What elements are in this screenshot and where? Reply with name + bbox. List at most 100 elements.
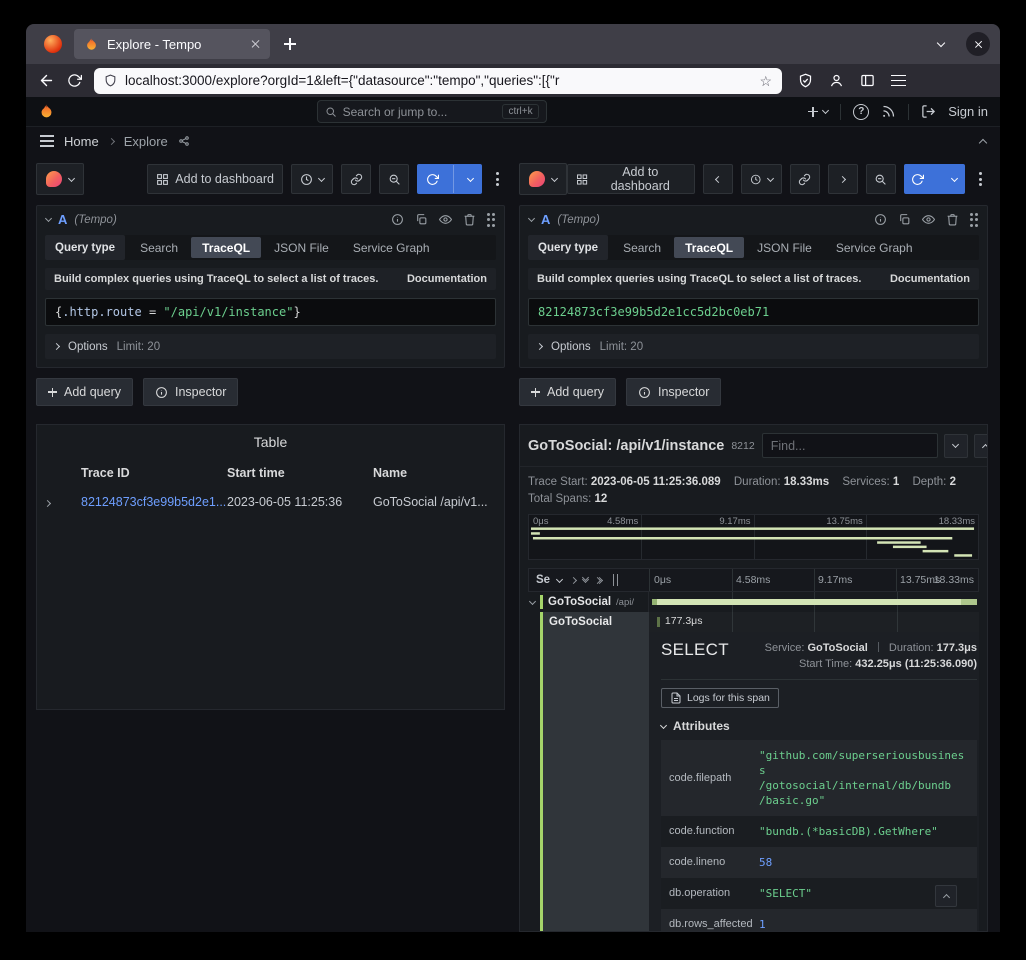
collapse-top-icon[interactable] <box>979 138 987 146</box>
inspector-button[interactable]: Inspector <box>143 378 238 406</box>
extensions-shield-icon[interactable] <box>798 73 813 88</box>
drag-handle-icon[interactable] <box>487 213 496 227</box>
service-operation-header[interactable]: Se <box>529 569 650 591</box>
info-icon[interactable] <box>874 213 887 226</box>
trace-id-link[interactable]: 82124873cf3e99b5d2e1... <box>81 495 227 509</box>
tab-traceql[interactable]: TraceQL <box>191 237 261 258</box>
interval-segment[interactable] <box>944 165 965 193</box>
span-timeline-cell[interactable] <box>649 592 979 612</box>
run-query-button[interactable] <box>904 164 965 194</box>
menu-icon[interactable] <box>891 80 906 82</box>
span-name-cell[interactable]: GoToSocial /api/ <box>528 592 649 612</box>
new-menu-button[interactable] <box>808 107 828 117</box>
chevron-down-icon[interactable] <box>529 597 536 604</box>
options-row[interactable]: Options Limit: 20 <box>45 334 496 359</box>
query-row-header[interactable]: A (Tempo) <box>520 206 987 233</box>
tab-list-button[interactable] <box>937 39 945 47</box>
inspector-button[interactable]: Inspector <box>626 378 721 406</box>
drag-handle-icon[interactable] <box>970 213 979 227</box>
browser-tab[interactable]: Explore - Tempo <box>74 29 270 59</box>
datasource-picker[interactable] <box>519 163 567 195</box>
grafana-logo-icon[interactable] <box>38 103 55 120</box>
mega-menu-icon[interactable] <box>40 140 54 142</box>
query-row-header[interactable]: A (Tempo) <box>37 206 504 233</box>
share-icon[interactable] <box>178 135 190 147</box>
add-query-button[interactable]: Add query <box>519 378 616 406</box>
span-timeline-cell[interactable]: 177.3μs <box>649 612 979 632</box>
tab-close-icon[interactable] <box>250 39 260 49</box>
trace-minimap[interactable]: 0μs 4.58ms 9.17ms 13.75ms 18.33ms <box>528 514 979 560</box>
interval-segment[interactable] <box>460 165 481 193</box>
span-row-selected[interactable]: GoToSocial 177.3μs <box>528 612 979 632</box>
span-bar[interactable] <box>657 617 660 627</box>
refresh-segment[interactable] <box>418 165 447 193</box>
column-resize-handle[interactable] <box>613 574 618 586</box>
find-prev-button[interactable] <box>944 434 968 458</box>
tab-service-graph[interactable]: Service Graph <box>342 237 441 258</box>
copy-link-button[interactable] <box>341 164 371 194</box>
selected-span-name[interactable]: GoToSocial <box>540 612 649 632</box>
options-row[interactable]: Options Limit: 20 <box>528 334 979 359</box>
url-bar[interactable]: ☆ <box>94 68 782 94</box>
span-bar[interactable] <box>652 599 977 605</box>
column-start-time[interactable]: Start time <box>227 466 373 480</box>
tab-json-file[interactable]: JSON File <box>746 237 823 258</box>
tab-service-graph[interactable]: Service Graph <box>825 237 924 258</box>
find-next-button[interactable] <box>974 434 988 458</box>
breadcrumb-explore[interactable]: Explore <box>124 134 168 149</box>
tab-search[interactable]: Search <box>612 237 672 258</box>
find-input[interactable] <box>762 433 938 458</box>
logs-for-span-button[interactable]: Logs for this span <box>661 688 779 708</box>
copy-link-button[interactable] <box>790 164 820 194</box>
duplicate-icon[interactable] <box>415 213 428 226</box>
duplicate-icon[interactable] <box>898 213 911 226</box>
back-button[interactable] <box>38 72 55 89</box>
firefox-icon[interactable] <box>44 35 62 53</box>
breadcrumb-home[interactable]: Home <box>64 134 99 149</box>
news-rss-icon[interactable] <box>881 104 896 119</box>
time-picker-button[interactable] <box>741 164 782 194</box>
traceql-query-input[interactable]: 82124873cf3e99b5d2e1cc5d2bc0eb71 <box>528 298 979 326</box>
help-button[interactable]: ? <box>853 104 869 120</box>
info-icon[interactable] <box>391 213 404 226</box>
collapse-query-icon[interactable] <box>45 215 52 222</box>
time-picker-button[interactable] <box>291 164 333 194</box>
zoom-out-button[interactable] <box>379 164 409 194</box>
time-shift-forward-button[interactable] <box>828 164 858 194</box>
reload-button[interactable] <box>67 73 82 88</box>
expand-one-icon[interactable] <box>570 576 577 583</box>
shield-icon[interactable] <box>104 74 117 87</box>
remove-query-trash-icon[interactable] <box>463 213 476 226</box>
documentation-link[interactable]: Documentation <box>407 273 487 285</box>
more-actions-button[interactable] <box>973 172 988 186</box>
tab-traceql[interactable]: TraceQL <box>674 237 744 258</box>
new-tab-button[interactable] <box>284 38 296 50</box>
column-name[interactable]: Name <box>373 466 496 480</box>
hide-query-eye-icon[interactable] <box>922 213 935 226</box>
datasource-picker[interactable] <box>36 163 84 195</box>
table-row[interactable]: 82124873cf3e99b5d2e1... 2023-06-05 11:25… <box>37 488 504 516</box>
sign-in-button[interactable]: Sign in <box>948 104 988 119</box>
zoom-out-button[interactable] <box>866 164 896 194</box>
window-close-button[interactable] <box>966 32 990 56</box>
add-to-dashboard-button[interactable]: Add to dashboard <box>567 164 695 194</box>
refresh-segment[interactable] <box>903 165 932 193</box>
collapse-all-icon[interactable] <box>583 578 588 582</box>
tab-json-file[interactable]: JSON File <box>263 237 340 258</box>
collapse-query-icon[interactable] <box>528 215 535 222</box>
attributes-accordion[interactable]: Attributes <box>661 719 977 733</box>
column-trace-id[interactable]: Trace ID <box>81 466 227 480</box>
run-query-button[interactable] <box>417 164 482 194</box>
search-input[interactable]: Search or jump to... ctrl+k <box>317 100 547 123</box>
sidebar-icon[interactable] <box>860 73 875 88</box>
account-icon[interactable] <box>829 73 844 88</box>
span-row-root[interactable]: GoToSocial /api/ <box>528 592 979 612</box>
bookmark-star-icon[interactable]: ☆ <box>759 74 772 88</box>
traceql-query-input[interactable]: {.http.route = "/api/v1/instance"} <box>45 298 496 326</box>
url-input[interactable] <box>125 73 751 88</box>
add-query-button[interactable]: Add query <box>36 378 133 406</box>
time-shift-back-button[interactable] <box>703 164 733 194</box>
remove-query-trash-icon[interactable] <box>946 213 959 226</box>
documentation-link[interactable]: Documentation <box>890 273 970 285</box>
tab-search[interactable]: Search <box>129 237 189 258</box>
